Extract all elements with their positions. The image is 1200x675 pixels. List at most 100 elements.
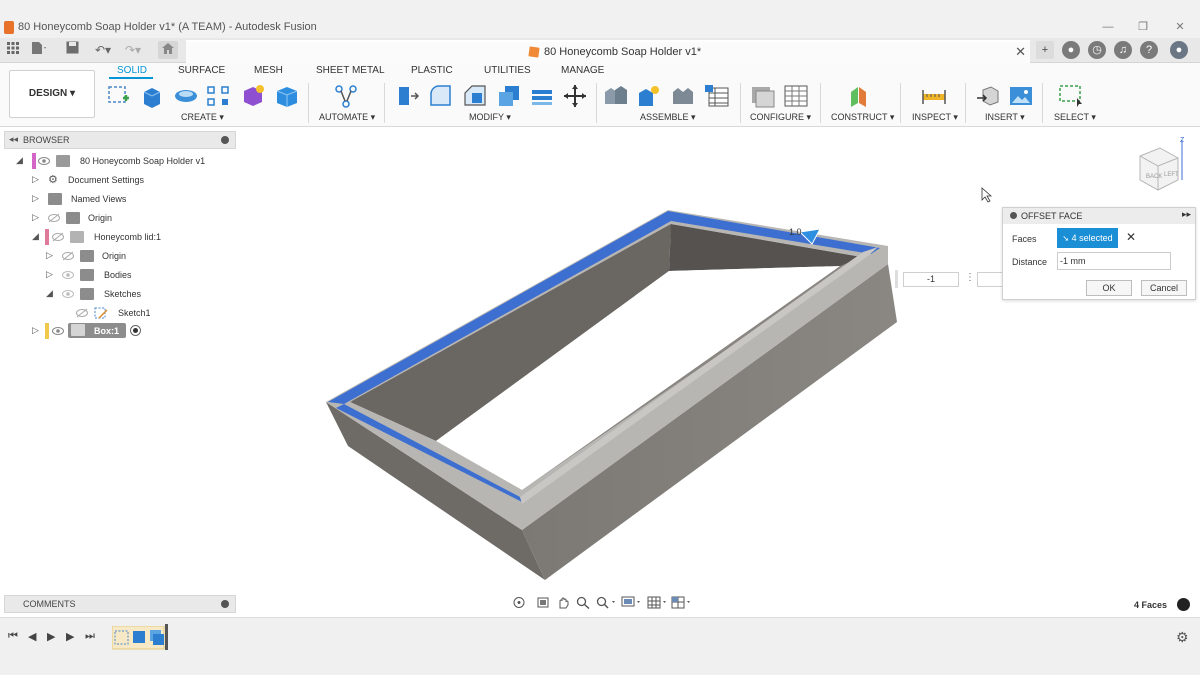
revolve-icon[interactable] xyxy=(173,84,199,108)
play-icon[interactable]: ▶ xyxy=(47,630,55,643)
workspace-switcher-button[interactable]: DESIGN ▾ xyxy=(9,70,95,118)
sweep-pattern-icon[interactable] xyxy=(206,84,232,108)
maximize-button[interactable]: ❐ xyxy=(1133,18,1153,36)
extensions-icon[interactable]: ● xyxy=(1062,41,1080,59)
select-group-label[interactable]: SELECT ▾ xyxy=(1054,112,1096,123)
automate-icon[interactable] xyxy=(333,84,359,108)
display-settings-icon[interactable] xyxy=(621,596,643,609)
undo-icon[interactable]: ↶▾ xyxy=(91,41,115,59)
insert-group-label[interactable]: INSERT ▾ xyxy=(985,112,1025,123)
visibility-eye-icon[interactable] xyxy=(38,156,50,166)
assemble-group-label[interactable]: ASSEMBLE ▾ xyxy=(640,112,696,123)
tree-item-named-views[interactable]: ▷ Named Views xyxy=(4,191,236,209)
construct-group-label[interactable]: CONSTRUCT ▾ xyxy=(831,112,894,123)
measure-icon[interactable] xyxy=(921,84,947,108)
pan-hand-icon[interactable] xyxy=(556,596,570,609)
tree-item-box[interactable]: ▷ Box:1 xyxy=(4,323,236,341)
pin-icon[interactable] xyxy=(221,136,229,144)
activate-radio-icon[interactable] xyxy=(130,325,141,336)
distance-field[interactable] xyxy=(1057,252,1171,270)
insert-canvas-image-icon[interactable] xyxy=(1008,84,1034,108)
create-group-label[interactable]: CREATE ▾ xyxy=(181,112,224,123)
combine-icon[interactable] xyxy=(529,84,555,108)
modify-group-label[interactable]: MODIFY ▾ xyxy=(469,112,511,123)
canvas-distance-input[interactable]: -1 xyxy=(903,272,959,287)
app-grid-icon[interactable] xyxy=(6,41,20,59)
comments-panel[interactable]: COMMENTS xyxy=(4,595,236,613)
browser-header[interactable]: ◂◂ BROWSER xyxy=(4,131,236,149)
tab-surface[interactable]: SURFACE xyxy=(178,65,225,76)
expand-arrow-icon[interactable]: ▷ xyxy=(46,250,56,261)
hidden-eye-icon[interactable] xyxy=(48,213,60,223)
tab-utilities[interactable]: UTILITIES xyxy=(484,65,531,76)
press-pull-icon[interactable] xyxy=(394,84,420,108)
hidden-eye-icon[interactable] xyxy=(52,232,64,242)
configure-icon[interactable] xyxy=(750,84,776,108)
inspect-group-label[interactable]: INSPECT ▾ xyxy=(912,112,958,123)
chamfer-icon[interactable] xyxy=(462,84,488,108)
manipulator-grip[interactable] xyxy=(895,270,898,288)
ok-button[interactable]: OK xyxy=(1086,280,1132,296)
joint-icon[interactable] xyxy=(636,84,662,108)
step-back-icon[interactable]: ◀ xyxy=(28,630,36,643)
clear-selection-icon[interactable]: ✕ xyxy=(1126,230,1136,244)
configuration-table-icon[interactable] xyxy=(783,84,809,108)
construct-plane-icon[interactable] xyxy=(847,84,873,108)
new-component-icon[interactable] xyxy=(603,84,629,108)
create-sketch-icon[interactable] xyxy=(106,84,132,108)
notifications-icon[interactable]: ♫ xyxy=(1114,41,1132,59)
visibility-eye-icon[interactable] xyxy=(62,289,74,299)
viewports-icon[interactable] xyxy=(671,596,693,609)
expand-arrow-icon[interactable]: ◢ xyxy=(46,288,56,299)
form-icon[interactable] xyxy=(240,84,266,108)
dialog-header[interactable]: OFFSET FACE ▸▸ xyxy=(1003,208,1195,224)
zoom-icon[interactable] xyxy=(576,596,590,609)
tree-item-sketch1[interactable]: Sketch1 xyxy=(4,305,236,323)
help-icon[interactable]: ? xyxy=(1140,41,1158,59)
faces-selection-button[interactable]: ➘ 4 selected xyxy=(1057,228,1118,248)
save-icon[interactable] xyxy=(64,41,80,59)
minimize-button[interactable]: — xyxy=(1098,18,1118,36)
timeline-features[interactable] xyxy=(112,626,166,650)
visibility-eye-icon[interactable] xyxy=(62,270,74,280)
expand-arrow-icon[interactable]: ▷ xyxy=(32,193,42,204)
collapse-panel-icon[interactable]: ◂◂ xyxy=(9,134,18,145)
as-built-joint-icon[interactable] xyxy=(670,84,696,108)
add-comment-icon[interactable] xyxy=(221,600,229,608)
tree-item-root[interactable]: ◢ 80 Honeycomb Soap Holder v1 xyxy=(4,153,236,171)
selection-filter-icon[interactable] xyxy=(1177,598,1190,611)
redo-icon[interactable]: ↷▾ xyxy=(121,41,145,59)
tab-manage[interactable]: MANAGE xyxy=(561,65,604,76)
tab-solid[interactable]: SOLID xyxy=(117,65,147,76)
select-window-icon[interactable] xyxy=(1058,84,1084,108)
move-copy-icon[interactable] xyxy=(562,84,588,108)
cancel-button[interactable]: Cancel xyxy=(1141,280,1187,296)
more-options-icon[interactable]: ⋮ xyxy=(965,272,975,283)
viewcube-icon[interactable]: BACK LEFT Z xyxy=(1134,136,1194,196)
file-menu-icon[interactable] xyxy=(30,41,48,59)
visibility-eye-icon[interactable] xyxy=(52,326,64,336)
tab-sheet-metal[interactable]: SHEET METAL xyxy=(316,65,385,76)
close-window-button[interactable]: ✕ xyxy=(1170,18,1190,36)
go-to-end-icon[interactable]: ⏭ xyxy=(85,630,95,643)
tree-item-honeycomb-lid[interactable]: ◢ Honeycomb lid:1 xyxy=(4,229,236,247)
home-icon[interactable] xyxy=(158,41,178,59)
insert-derive-icon[interactable] xyxy=(975,84,1001,108)
look-at-icon[interactable] xyxy=(536,596,550,609)
configure-group-label[interactable]: CONFIGURE ▾ xyxy=(750,112,811,123)
shell-icon[interactable] xyxy=(496,84,522,108)
expand-arrow-icon[interactable]: ▷ xyxy=(32,325,42,336)
document-tab[interactable]: 80 Honeycomb Soap Holder v1* ✕ xyxy=(186,40,1030,63)
expand-arrow-icon[interactable]: ◢ xyxy=(16,155,26,166)
expand-arrow-icon[interactable]: ◢ xyxy=(32,231,42,242)
automate-group-label[interactable]: AUTOMATE ▾ xyxy=(319,112,375,123)
box-primitive-icon[interactable] xyxy=(274,84,300,108)
tree-item-document-settings[interactable]: ▷ ⚙ Document Settings xyxy=(4,172,236,190)
tree-item-origin-child[interactable]: ▷ Origin xyxy=(4,248,236,266)
model-viewport[interactable]: 1.0 xyxy=(240,128,1200,616)
tree-item-bodies[interactable]: ▷ Bodies xyxy=(4,267,236,285)
step-forward-icon[interactable]: ▶ xyxy=(66,630,74,643)
user-avatar-icon[interactable]: ● xyxy=(1170,41,1188,59)
fit-zoom-icon[interactable] xyxy=(596,596,618,609)
job-status-icon[interactable]: ◷ xyxy=(1088,41,1106,59)
